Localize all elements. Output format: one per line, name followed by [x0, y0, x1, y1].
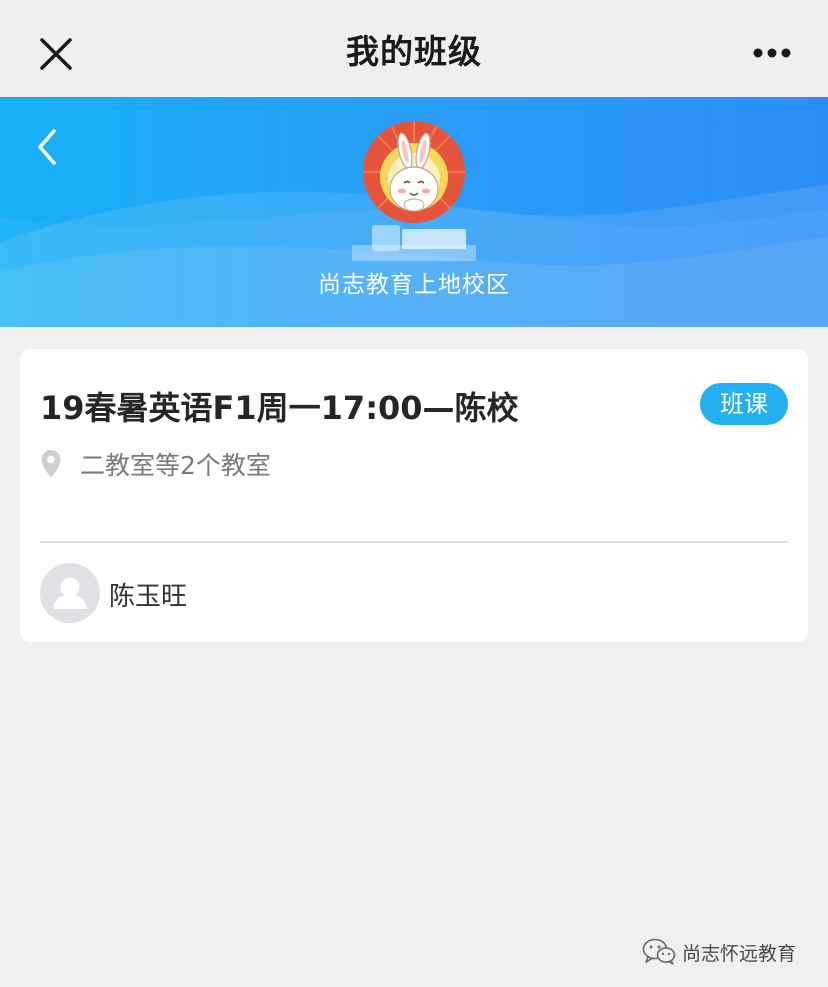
chevron-left-icon[interactable]: [28, 125, 68, 169]
teacher-name: 陈玉旺: [109, 582, 188, 612]
wechat-icon: [642, 938, 676, 966]
more-dots-icon[interactable]: [742, 36, 802, 70]
school-banner: 尚志教育上地校区: [0, 97, 828, 327]
close-icon[interactable]: [30, 28, 82, 80]
class-type-badge: 班课: [700, 383, 788, 425]
page-title: 我的班级: [346, 32, 482, 71]
user-avatar-icon: [40, 563, 100, 623]
divider: [40, 541, 788, 543]
blurred-username: [352, 223, 476, 265]
teacher-row[interactable]: 陈玉旺: [40, 563, 788, 623]
top-nav-bar: 我的班级: [0, 0, 828, 97]
classroom-location: 二教室等2个教室: [80, 451, 271, 480]
watermark-text: 尚志怀远教育: [682, 943, 797, 965]
class-card[interactable]: 19春暑英语F1周一17:00—陈校 班课 二教室等2个教室 陈玉旺: [20, 349, 808, 642]
rabbit-logo: [363, 121, 465, 223]
location-pin-icon: [40, 449, 62, 479]
school-name: 尚志教育上地校区: [318, 272, 510, 298]
class-title: 19春暑英语F1周一17:00—陈校: [40, 389, 519, 427]
